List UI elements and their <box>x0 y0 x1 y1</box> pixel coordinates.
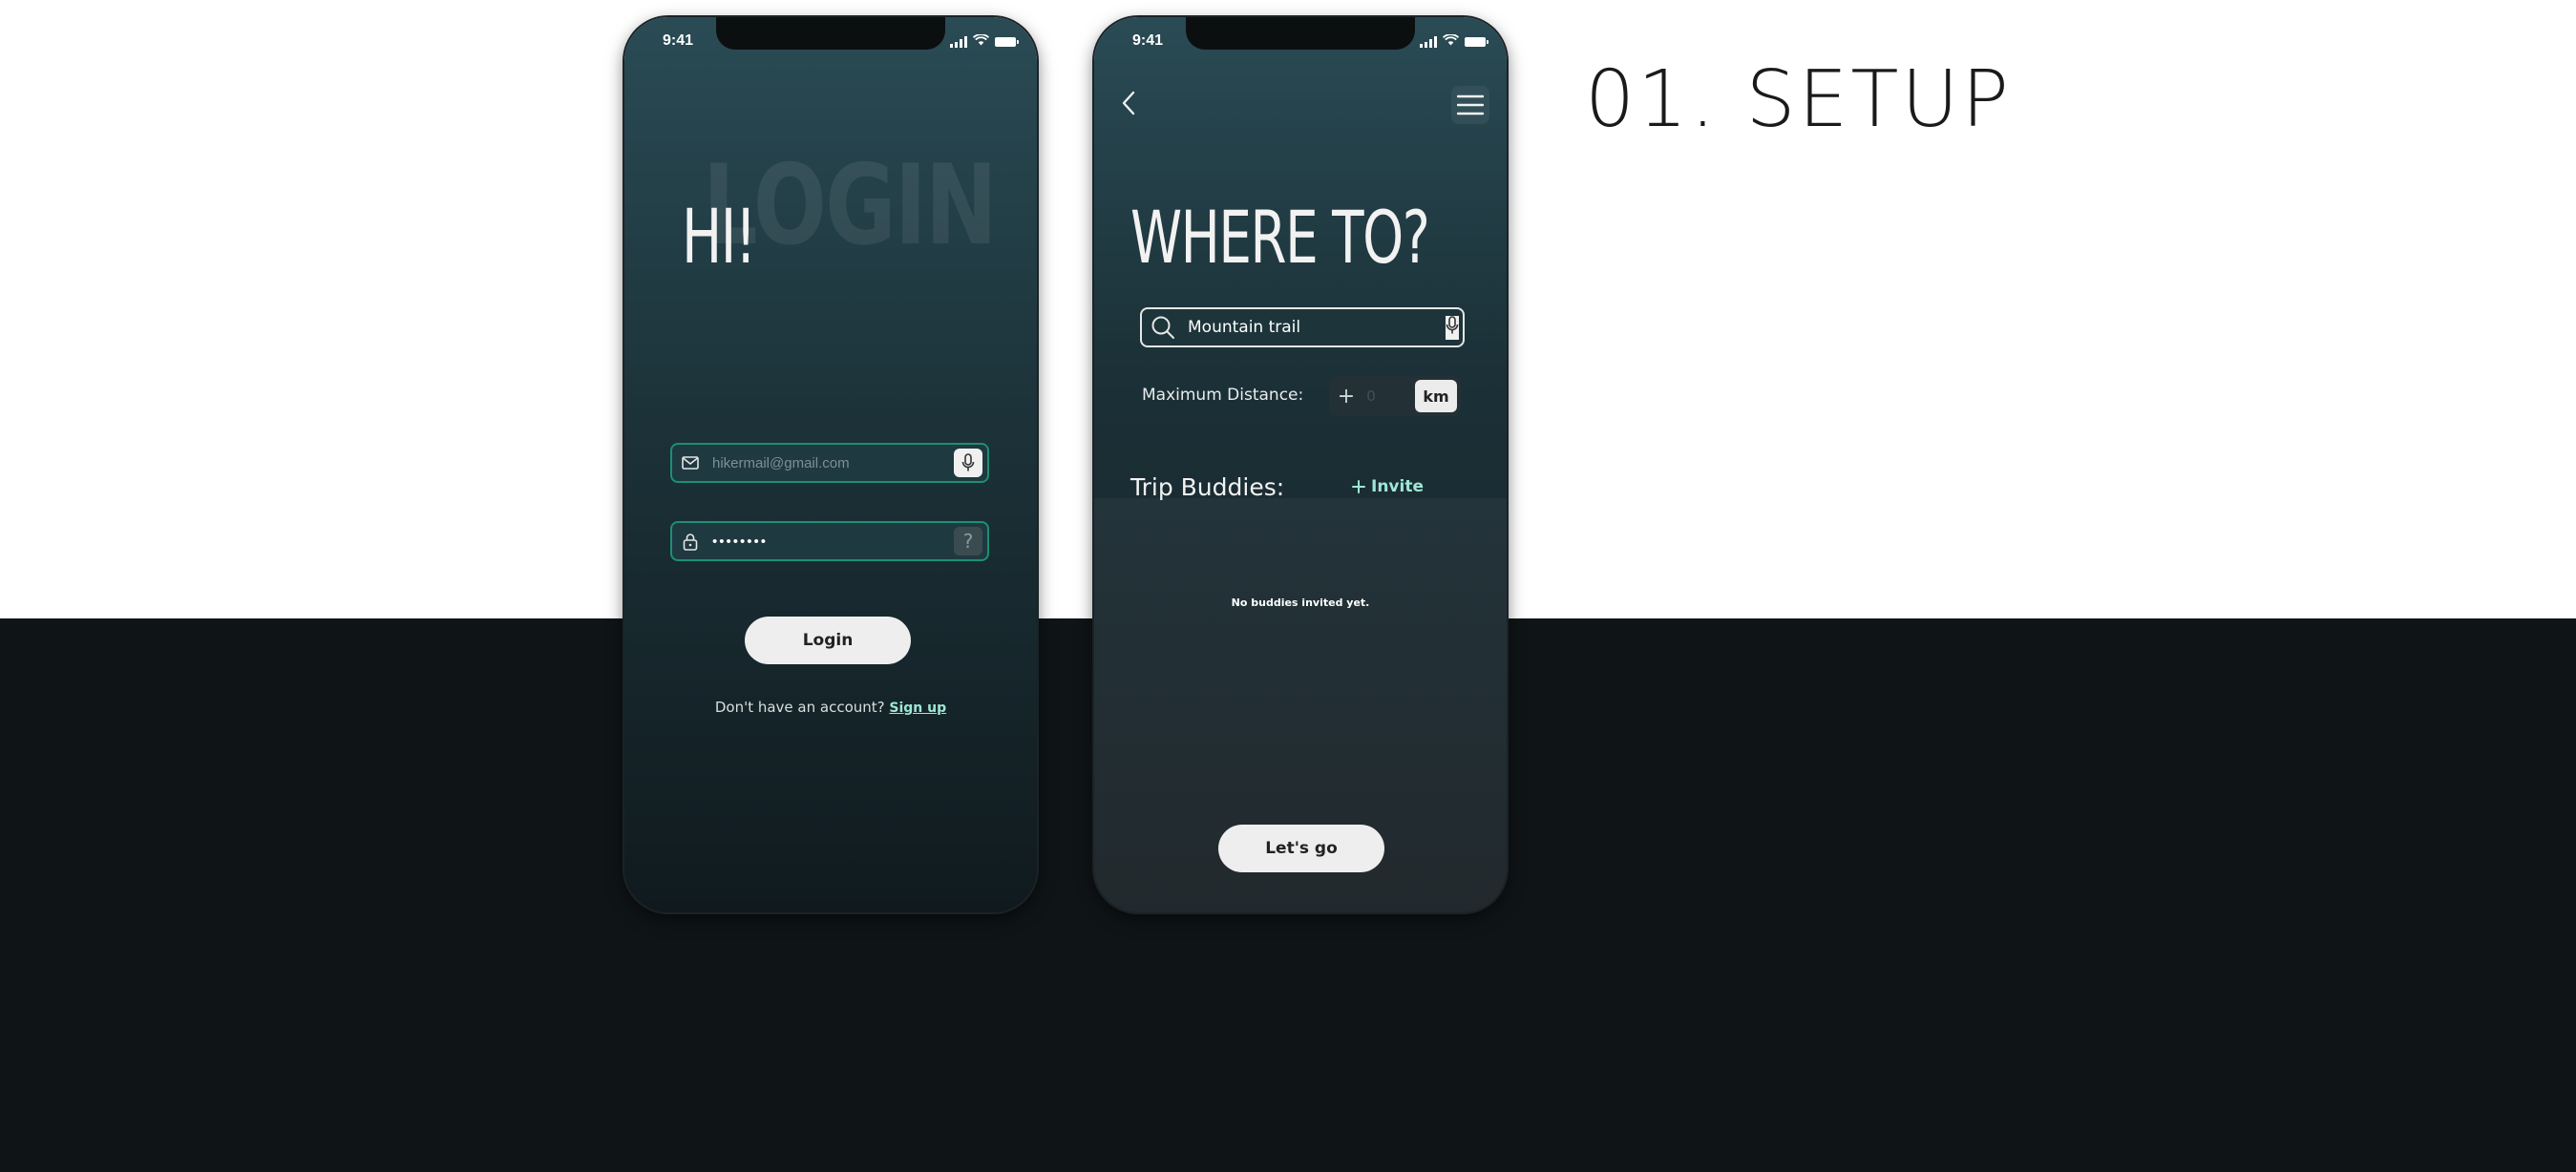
distance-value[interactable]: 0 <box>1363 387 1379 405</box>
help-icon[interactable]: ? <box>954 527 982 555</box>
signup-prompt-line: Don't have an account? Sign up <box>624 699 1037 716</box>
section-title: 01. SETUP <box>1585 54 2012 145</box>
page-title: HI! <box>682 195 756 281</box>
phone-notch <box>716 17 945 50</box>
distance-stepper[interactable]: + 0 km <box>1329 376 1461 416</box>
page-title: WHERE TO? <box>1130 195 1430 280</box>
login-button[interactable]: Login <box>745 617 911 664</box>
invite-label: Invite <box>1371 477 1424 496</box>
battery-icon <box>995 37 1019 47</box>
signup-prompt: Don't have an account? <box>714 699 885 716</box>
plus-icon <box>1352 480 1365 493</box>
setup-phone-screen: 9:41 WHERE TO? Maximum Distance: + 0 km … <box>1094 17 1507 912</box>
status-icons <box>1420 33 1489 51</box>
destination-search-field[interactable] <box>1140 307 1465 347</box>
password-field[interactable]: ? <box>670 521 989 561</box>
microphone-icon <box>1446 315 1459 333</box>
wifi-icon <box>1442 33 1460 51</box>
search-voice-button[interactable] <box>1446 315 1459 340</box>
menu-icon[interactable] <box>1451 86 1489 124</box>
wifi-icon <box>972 33 990 51</box>
microphone-icon <box>961 453 975 471</box>
distance-unit-toggle[interactable]: km <box>1415 380 1457 412</box>
invite-button[interactable]: Invite <box>1352 477 1424 496</box>
battery-icon <box>1465 37 1489 47</box>
destination-search-input[interactable] <box>1184 309 1446 345</box>
lets-go-button[interactable]: Let's go <box>1218 825 1384 872</box>
status-time: 9:41 <box>1132 32 1164 49</box>
signal-icon <box>950 36 967 48</box>
signal-icon <box>1420 36 1437 48</box>
password-input[interactable] <box>708 523 954 559</box>
search-icon <box>1142 309 1184 345</box>
email-voice-button[interactable] <box>954 449 982 477</box>
mail-icon <box>672 445 708 481</box>
signup-link[interactable]: Sign up <box>889 701 946 716</box>
email-input[interactable] <box>708 445 954 481</box>
distance-increment-button[interactable]: + <box>1329 385 1363 408</box>
lock-icon <box>672 523 708 559</box>
trip-buddies-title: Trip Buddies: <box>1130 473 1285 501</box>
max-distance-label: Maximum Distance: <box>1142 386 1304 405</box>
email-field[interactable] <box>670 443 989 483</box>
status-icons <box>950 33 1019 51</box>
status-time: 9:41 <box>663 32 694 49</box>
login-phone-screen: 9:41 LOGIN HI! ? Login Don't have an acc… <box>624 17 1037 912</box>
buddies-empty-message: No buddies invited yet. <box>1231 596 1370 609</box>
back-chevron-icon[interactable] <box>1115 86 1142 120</box>
phone-notch <box>1186 17 1415 50</box>
